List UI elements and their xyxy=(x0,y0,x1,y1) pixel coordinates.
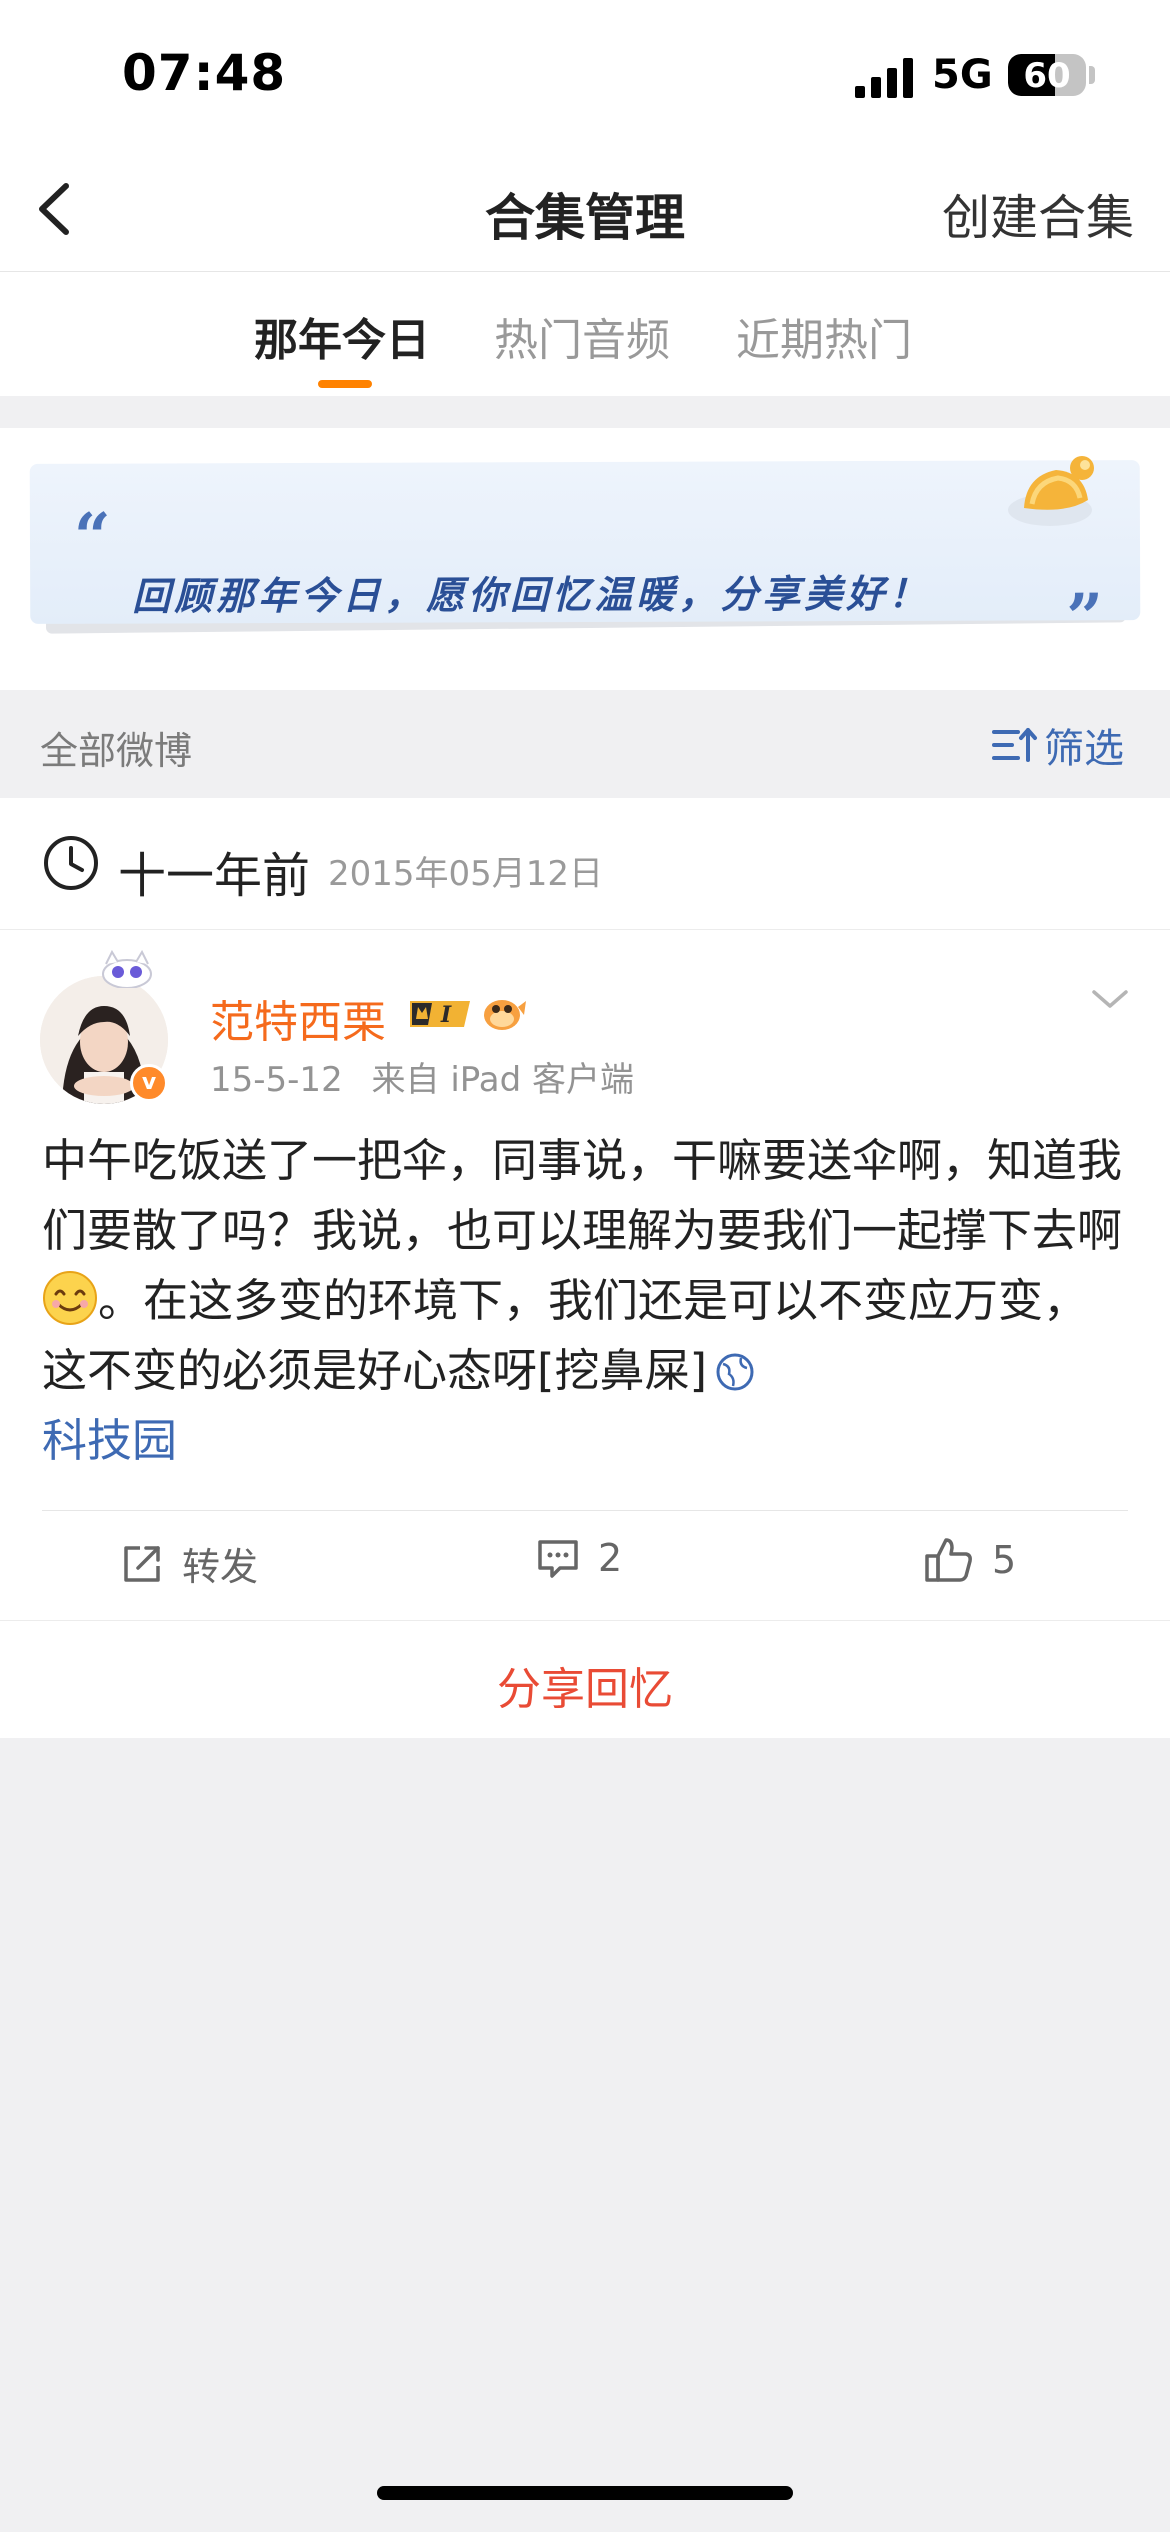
active-tab-indicator xyxy=(318,380,372,388)
post-text-part-1: 中午吃饭送了一把伞，同事说，干嘛要送伞啊，知道我们要散了吗？我说，也可以理解为要… xyxy=(42,1134,1123,1257)
comment-count: 2 xyxy=(598,1536,623,1580)
year-section-header: 十一年前 2015年05月12日 xyxy=(0,798,1170,930)
filter-icon xyxy=(992,728,1037,762)
tab-recent-hot[interactable]: 近期热门 xyxy=(736,304,912,368)
home-indicator xyxy=(377,2486,793,2500)
years-ago-label: 十一年前 xyxy=(118,848,311,904)
level-badge-icon: I xyxy=(410,1001,470,1028)
battery-icon: 60 xyxy=(1008,54,1086,96)
level-badge-text: I xyxy=(440,1002,452,1028)
smile-emoji-icon xyxy=(43,1271,97,1325)
actions-divider xyxy=(42,1510,1128,1511)
clock-icon xyxy=(44,836,98,890)
share-memory-bar: 分享回忆 xyxy=(0,1620,1170,1738)
close-quote-mark: ” xyxy=(1066,580,1104,656)
network-type: 5G xyxy=(932,52,993,98)
comment-button[interactable]: 2 xyxy=(536,1536,622,1580)
chevron-down-icon[interactable] xyxy=(1090,984,1130,1014)
username[interactable]: 范特西栗 xyxy=(210,986,386,1050)
battery-cap xyxy=(1089,66,1095,84)
filter-row: 全部微博 筛选 xyxy=(0,690,1170,798)
banner-paper: “ 回顾那年今日，愿你回忆温暖，分享美好！ ” xyxy=(29,460,1141,655)
location-globe-icon[interactable] xyxy=(715,1352,755,1392)
tab-bar: 那年今日 热门音频 近期热门 xyxy=(0,272,1170,396)
comment-icon xyxy=(538,1540,578,1578)
memory-banner: “ 回顾那年今日，愿你回忆温暖，分享美好！ ” xyxy=(0,428,1170,690)
battery-percentage: 60 xyxy=(1023,56,1071,96)
like-button[interactable]: 5 xyxy=(924,1536,1016,1584)
filter-label: 筛选 xyxy=(1044,726,1124,772)
post-source: 来自 iPad 客户端 xyxy=(371,1060,634,1100)
post-meta: 15-5-12 来自 iPad 客户端 xyxy=(210,1052,634,1101)
repost-button[interactable]: 转发 xyxy=(120,1536,258,1591)
user-badges: I xyxy=(406,988,528,1038)
post-content: 中午吃饭送了一把伞，同事说，干嘛要送伞啊，知道我们要散了吗？我说，也可以理解为要… xyxy=(42,1126,1132,1476)
pufferfish-badge-icon xyxy=(484,1000,526,1030)
weibo-post-card[interactable]: v 范特西栗 I 15-5-12 来自 iPad 客户端 中午吃饭送了一把伞，同… xyxy=(0,930,1170,1620)
all-weibo-label: 全部微博 xyxy=(40,729,193,773)
post-date: 15-5-12 xyxy=(210,1060,343,1100)
repost-icon xyxy=(124,1545,160,1582)
filter-button[interactable]: 筛选 xyxy=(992,716,1124,774)
location-link[interactable]: 科技园 xyxy=(42,1414,177,1467)
share-memory-button[interactable]: 分享回忆 xyxy=(0,1653,1170,1717)
repost-label: 转发 xyxy=(182,1545,259,1589)
post-text-part-2: 。在这多变的环境下，我们还是可以不变应万变，这不变的必须是好心态呀[挖鼻屎] xyxy=(42,1274,1089,1397)
bell-icon xyxy=(1008,456,1094,526)
status-bar: 07:48 5G 60 xyxy=(0,0,1170,150)
verified-badge-icon: v xyxy=(130,1064,168,1102)
status-time: 07:48 xyxy=(122,44,287,102)
cellular-signal-icon xyxy=(855,58,913,98)
like-count: 5 xyxy=(992,1538,1017,1582)
banner-text: 回顾那年今日，愿你回忆温暖，分享美好！ xyxy=(132,571,931,619)
thumbs-up-icon xyxy=(925,1538,972,1582)
avatar-pendant-icon xyxy=(102,949,152,988)
open-quote-mark: “ xyxy=(73,499,111,575)
section-date: 2015年05月12日 xyxy=(328,854,604,894)
tab-hot-audio[interactable]: 热门音频 xyxy=(494,304,670,368)
navigation-bar: 合集管理 创建合集 xyxy=(0,150,1170,272)
create-collection-button[interactable]: 创建合集 xyxy=(942,178,1134,248)
tab-on-this-day[interactable]: 那年今日 xyxy=(254,304,430,368)
